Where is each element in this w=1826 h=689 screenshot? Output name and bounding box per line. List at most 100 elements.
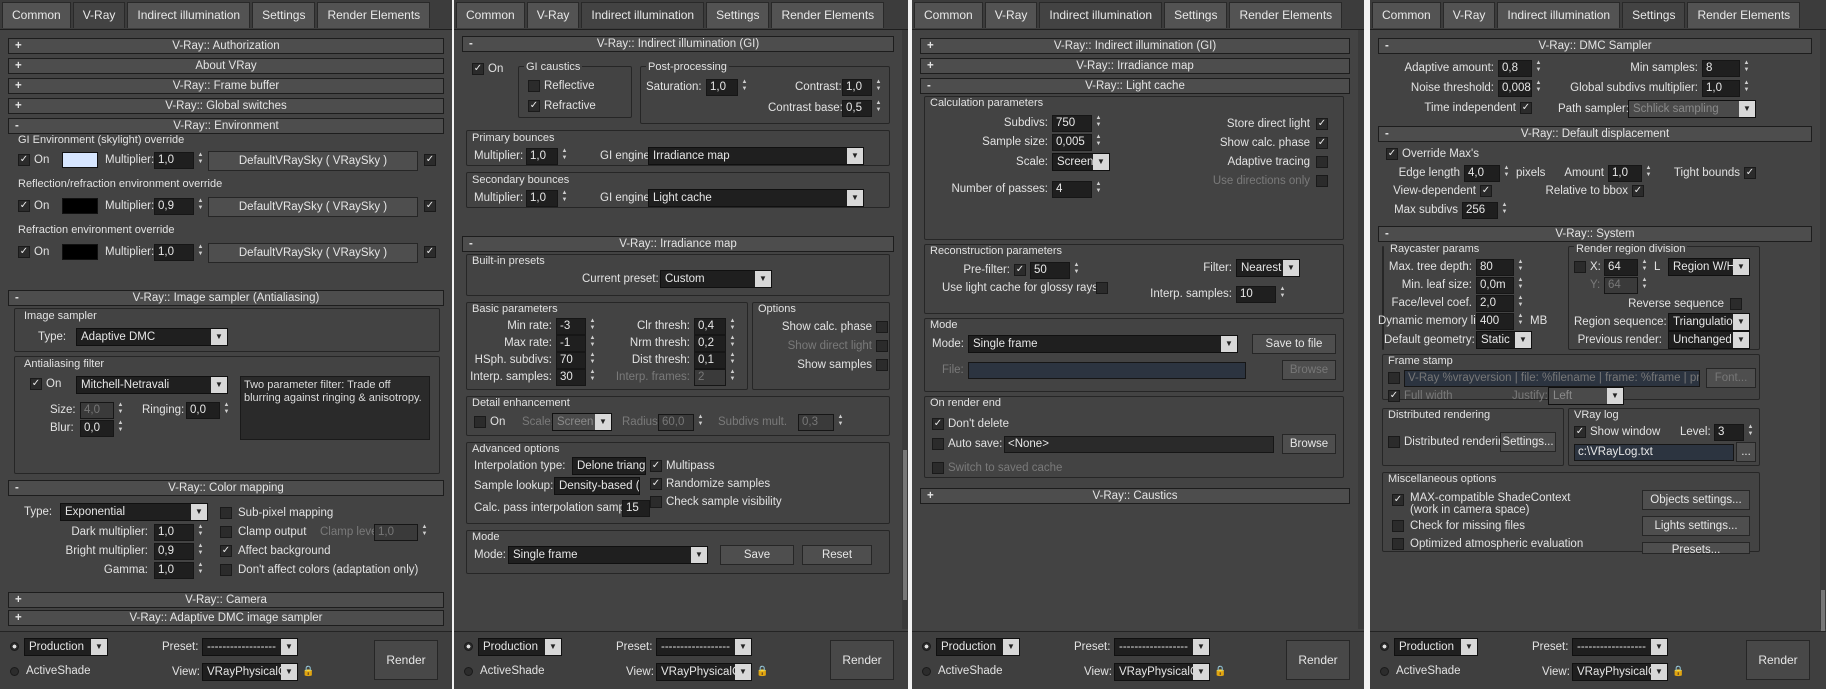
region-wh-dropdown[interactable]: Region W/H ▼ xyxy=(1668,258,1750,276)
reverse-sequence-checkbox[interactable] xyxy=(1730,298,1742,310)
tab-indirect-illumination[interactable]: Indirect illumination xyxy=(581,2,705,28)
scale-dropdown[interactable]: Screen ▼ xyxy=(1052,153,1110,171)
tab-vray[interactable]: V-Ray xyxy=(984,2,1038,28)
face-level-field[interactable]: 2,0 xyxy=(1476,295,1514,312)
global-subdivs-field[interactable]: 1,0 xyxy=(1702,80,1740,97)
clamp-output-checkbox[interactable] xyxy=(220,526,232,538)
scrollbar[interactable] xyxy=(902,30,908,629)
refl-env-map-checkbox[interactable]: ✓ xyxy=(424,200,436,212)
nrm-thresh-field[interactable]: 0,2 xyxy=(694,335,726,352)
tab-common[interactable]: Common xyxy=(914,2,983,28)
spinner-arrows[interactable]: ▲ ▼ xyxy=(560,190,569,207)
rollout-authorization[interactable]: + V-Ray:: Authorization xyxy=(8,38,444,54)
filter-dropdown[interactable]: Nearest ▼ xyxy=(1236,259,1300,277)
radius-field[interactable]: 60,0 xyxy=(658,414,694,431)
spinner-arrows[interactable]: ▲ ▼ xyxy=(1742,80,1751,97)
region-sequence-dropdown[interactable]: Triangulation ▼ xyxy=(1668,313,1750,331)
amount-field[interactable]: 1,0 xyxy=(1608,165,1642,182)
interp-type-dropdown[interactable]: Delone triangulation (good/exa xyxy=(572,457,646,475)
refl-color-swatch[interactable] xyxy=(62,198,98,214)
detail-scale-dropdown[interactable]: Screen ▼ xyxy=(552,413,612,431)
show-calc-phase-checkbox[interactable] xyxy=(876,321,888,333)
contrast-field[interactable]: 1,0 xyxy=(842,79,872,96)
rollout-color-mapping[interactable]: - V-Ray:: Color mapping xyxy=(8,480,444,496)
production-dropdown[interactable]: Production ▼ xyxy=(478,638,562,656)
rollout-global-switches[interactable]: + V-Ray:: Global switches xyxy=(8,98,444,114)
spinner-arrows[interactable]: ▲ ▼ xyxy=(222,402,231,419)
rollout-environment[interactable]: - V-Ray:: Environment xyxy=(8,118,444,134)
saturation-field[interactable]: 1,0 xyxy=(706,79,738,96)
region-y-field[interactable]: 64 xyxy=(1604,277,1638,294)
show-samples-checkbox[interactable] xyxy=(876,359,888,371)
rollout-irradiance-map[interactable]: + V-Ray:: Irradiance map xyxy=(920,58,1350,74)
production-radio[interactable] xyxy=(922,642,931,651)
optimized-atmo-checkbox[interactable] xyxy=(1392,538,1404,550)
production-radio[interactable] xyxy=(1380,642,1389,651)
filter-size-field[interactable]: 4,0 xyxy=(80,402,114,419)
view-dependent-checkbox[interactable]: ✓ xyxy=(1480,185,1492,197)
path-sampler-dropdown[interactable]: Schlick sampling ▼ xyxy=(1628,100,1756,118)
rollout-dmc-sampler[interactable]: - V-Ray:: DMC Sampler xyxy=(1378,38,1812,54)
render-button[interactable]: Render xyxy=(1286,640,1350,680)
tab-indirect-illumination[interactable]: Indirect illumination xyxy=(1039,2,1163,28)
render-button[interactable]: Render xyxy=(374,640,438,680)
spinner-arrows[interactable]: ▲ ▼ xyxy=(420,524,429,541)
spinner-arrows[interactable]: ▲ ▼ xyxy=(588,335,597,352)
use-directions-checkbox[interactable] xyxy=(1316,175,1328,187)
gi-env-map-checkbox[interactable]: ✓ xyxy=(424,154,436,166)
detail-on-checkbox[interactable] xyxy=(474,416,486,428)
log-path-field[interactable]: c:\VRayLog.txt xyxy=(1574,444,1734,461)
view-dropdown[interactable]: VRayPhysicalC ▼ xyxy=(202,663,298,681)
sample-lookup-dropdown[interactable]: Density-based (best) xyxy=(554,477,640,495)
hsph-subdivs-field[interactable]: 70 xyxy=(556,352,586,369)
spinner-arrows[interactable]: ▲ ▼ xyxy=(1644,165,1653,182)
refractive-checkbox[interactable]: ✓ xyxy=(528,100,540,112)
production-dropdown[interactable]: Production ▼ xyxy=(936,638,1020,656)
spinner-arrows[interactable]: ▲ ▼ xyxy=(1500,202,1509,219)
tab-settings[interactable]: Settings xyxy=(252,2,316,28)
save-button[interactable]: Save xyxy=(720,545,794,565)
bright-multiplier-field[interactable]: 0,9 xyxy=(154,543,194,560)
auto-save-path[interactable]: <None> xyxy=(1004,436,1274,453)
interp-samples-field[interactable]: 10 xyxy=(1236,286,1276,303)
spinner-arrows[interactable]: ▲ ▼ xyxy=(196,524,205,541)
refr-env-map-checkbox[interactable]: ✓ xyxy=(424,246,436,258)
production-radio[interactable] xyxy=(10,642,19,651)
rollout-gi[interactable]: + V-Ray:: Indirect illumination (GI) xyxy=(920,38,1350,54)
frame-stamp-text[interactable]: V-Ray %vrayversion | file: %filename | f… xyxy=(1404,370,1700,387)
subdivs-field[interactable]: 750 xyxy=(1052,115,1092,132)
tab-common[interactable]: Common xyxy=(2,2,71,28)
spinner-arrows[interactable]: ▲ ▼ xyxy=(116,402,125,419)
tab-common[interactable]: Common xyxy=(456,2,525,28)
tab-settings[interactable]: Settings xyxy=(706,2,770,28)
spinner-arrows[interactable]: ▲ ▼ xyxy=(1094,115,1103,132)
tab-render-elements[interactable]: Render Elements xyxy=(317,2,431,28)
interp-samples-field[interactable]: 30 xyxy=(556,369,586,386)
current-preset-dropdown[interactable]: Custom ▼ xyxy=(660,270,772,288)
reset-button[interactable]: Reset xyxy=(802,545,872,565)
spinner-arrows[interactable]: ▲ ▼ xyxy=(560,148,569,165)
spinner-arrows[interactable]: ▲ ▼ xyxy=(1278,286,1287,303)
default-geometry-dropdown[interactable]: Static ▼ xyxy=(1476,331,1532,349)
save-to-file-button[interactable]: Save to file xyxy=(1252,334,1336,354)
check-missing-checkbox[interactable] xyxy=(1392,520,1404,532)
preset-dropdown[interactable]: ------------------ ▼ xyxy=(202,638,298,656)
tab-indirect-illumination[interactable]: Indirect illumination xyxy=(127,2,251,28)
rollout-system[interactable]: - V-Ray:: System xyxy=(1378,226,1812,242)
full-width-checkbox[interactable]: ✓ xyxy=(1388,390,1400,402)
font-button[interactable]: Font... xyxy=(1706,368,1756,388)
auto-save-checkbox[interactable] xyxy=(932,438,944,450)
render-button[interactable]: Render xyxy=(1746,640,1810,680)
lock-icon[interactable]: 🔒 xyxy=(756,665,768,679)
rollout-image-sampler[interactable]: - V-Ray:: Image sampler (Antialiasing) xyxy=(8,290,444,306)
max-compatible-checkbox[interactable]: ✓ xyxy=(1392,494,1404,506)
spinner-arrows[interactable]: ▲ ▼ xyxy=(116,420,125,437)
spinner-arrows[interactable]: ▲ ▼ xyxy=(1094,134,1103,151)
preset-dropdown[interactable]: ------------------ ▼ xyxy=(1572,638,1668,656)
light-cache-mode-dropdown[interactable]: Single frame ▼ xyxy=(968,335,1238,353)
rollout-adaptive-dmc[interactable]: + V-Ray:: Adaptive DMC image sampler xyxy=(8,610,444,626)
max-tree-depth-field[interactable]: 80 xyxy=(1476,259,1514,276)
gi-env-on-checkbox[interactable]: ✓ xyxy=(18,154,30,166)
tab-vray[interactable]: V-Ray xyxy=(526,2,580,28)
auto-save-browse-button[interactable]: Browse xyxy=(1282,434,1336,454)
